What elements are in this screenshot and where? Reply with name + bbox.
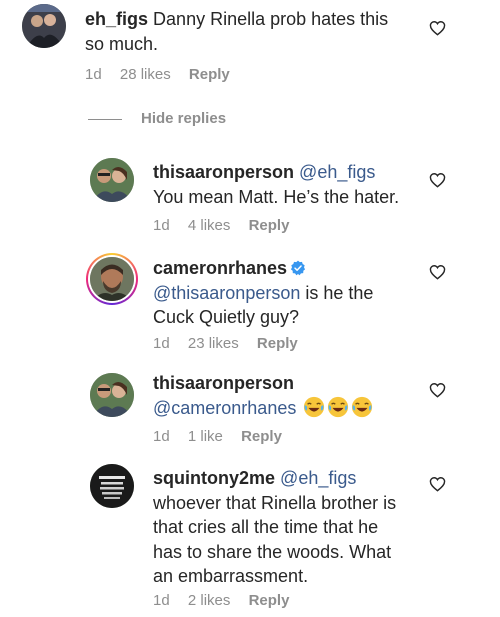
comment-likes[interactable]: 2 likes: [188, 592, 231, 609]
comment-time: 1d: [153, 217, 170, 234]
comment-username[interactable]: squintony2me: [153, 468, 275, 488]
comment-time: 1d: [153, 335, 170, 352]
comment-text-line2: so much.: [85, 33, 159, 54]
comment-body: eh_figs Danny Rinella prob hates this so…: [85, 7, 425, 56]
comment-time: 1d: [153, 428, 170, 445]
comment-text-line4: an embarrassment.: [153, 566, 309, 586]
comment-text-line2: Cuck Quietly guy?: [153, 307, 300, 327]
mention-link[interactable]: @eh_figs: [299, 162, 375, 182]
mention-link[interactable]: @thisaaronperson: [153, 283, 300, 303]
hide-replies-button[interactable]: Hide replies: [88, 110, 248, 130]
comment-time: 1d: [153, 592, 170, 609]
mention-link[interactable]: @cameronrhanes: [153, 398, 296, 418]
laughing-emoji-icon: [328, 396, 349, 417]
comment-meta: 1d 23 likes Reply: [153, 335, 312, 353]
avatar[interactable]: [90, 257, 134, 301]
comment-text-line1: Danny Rinella prob hates this: [153, 9, 389, 29]
comment-likes[interactable]: 23 likes: [188, 335, 239, 352]
comment-time: 1d: [85, 66, 102, 83]
laughing-emoji-icon: [352, 396, 373, 417]
comment-text-line1: is he the: [300, 282, 374, 303]
comment-eh-figs: eh_figs Danny Rinella prob hates this so…: [0, 0, 500, 100]
comment-body: squintony2me @eh_figs whoever that Rinel…: [153, 466, 443, 589]
comment-text-line1: whoever that Rinella brother is: [153, 492, 397, 513]
divider-line: [88, 119, 122, 120]
reply-thisaaronperson-2: thisaaronperson @cameronrhanes 1d 1 like…: [0, 365, 500, 455]
reply-cameronrhanes: cameronrhanes @thisaaronperson is he the…: [0, 248, 500, 358]
mention-link[interactable]: @eh_figs: [280, 468, 356, 488]
hide-replies-label: Hide replies: [141, 110, 227, 127]
comment-likes[interactable]: 4 likes: [188, 217, 231, 234]
reply-button[interactable]: Reply: [257, 335, 298, 352]
heart-icon[interactable]: [429, 382, 446, 398]
reply-button[interactable]: Reply: [249, 217, 290, 234]
reply-button[interactable]: Reply: [189, 66, 230, 83]
avatar[interactable]: [22, 4, 66, 48]
comment-body: thisaaronperson @cameronrhanes: [153, 371, 443, 420]
heart-icon[interactable]: [429, 20, 446, 36]
heart-icon[interactable]: [429, 264, 446, 280]
story-ring[interactable]: [86, 253, 138, 305]
comment-text-line3: has to share the woods. What: [153, 541, 392, 562]
comment-meta: 1d 28 likes Reply: [85, 66, 244, 84]
comment-username[interactable]: thisaaronperson: [153, 162, 294, 182]
avatar[interactable]: [90, 373, 134, 417]
comment-meta: 1d 4 likes Reply: [153, 217, 303, 235]
emoji-group: [301, 396, 373, 418]
avatar[interactable]: [90, 464, 134, 508]
verified-badge-icon: [290, 260, 306, 276]
laughing-emoji-icon: [304, 396, 325, 417]
heart-icon[interactable]: [429, 476, 446, 492]
reply-thisaaronperson-1: thisaaronperson @eh_figs You mean Matt. …: [0, 150, 500, 240]
reply-button[interactable]: Reply: [241, 428, 282, 445]
heart-icon[interactable]: [429, 172, 446, 188]
comment-text: You mean Matt. He’s the hater.: [153, 186, 400, 207]
comment-body: cameronrhanes @thisaaronperson is he the…: [153, 256, 443, 330]
comment-username[interactable]: cameronrhanes: [153, 258, 287, 278]
comment-meta: 1d 1 like Reply: [153, 428, 296, 446]
comment-username[interactable]: thisaaronperson: [153, 373, 294, 393]
avatar[interactable]: [90, 158, 134, 202]
reply-button[interactable]: Reply: [249, 592, 290, 609]
comment-likes[interactable]: 28 likes: [120, 66, 171, 83]
comment-text-line2: that cries all the time that he: [153, 517, 379, 537]
reply-squintony2me: squintony2me @eh_figs whoever that Rinel…: [0, 458, 500, 617]
comment-username[interactable]: eh_figs: [85, 9, 148, 29]
comment-meta: 1d 2 likes Reply: [153, 592, 303, 610]
comment-body: thisaaronperson @eh_figs You mean Matt. …: [153, 160, 433, 209]
comment-likes[interactable]: 1 like: [188, 428, 223, 445]
